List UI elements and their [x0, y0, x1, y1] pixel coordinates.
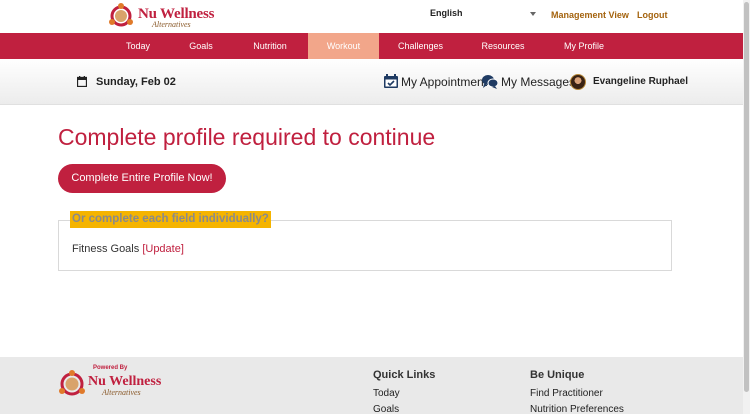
user-name[interactable]: Evangeline Ruphael: [593, 76, 688, 87]
field-row-fitness-goals: Fitness Goals [Update]: [72, 243, 184, 255]
calendar-check-icon[interactable]: [383, 74, 399, 89]
current-date[interactable]: Sunday, Feb 02: [96, 76, 176, 88]
nav-item-challenges[interactable]: Challenges: [379, 33, 462, 59]
footer-link-find-practitioner[interactable]: Find Practitioner: [530, 388, 603, 399]
nav-item-my-profile[interactable]: My Profile: [544, 33, 624, 59]
quick-links-heading: Quick Links: [373, 369, 436, 381]
sub-header: Sunday, Feb 02 My Appointment My Message…: [0, 59, 750, 105]
logo-tagline: Alternatives: [152, 20, 191, 29]
calendar-icon[interactable]: [77, 76, 87, 87]
chevron-down-icon: [530, 12, 536, 16]
nav-item-workout[interactable]: Workout: [308, 33, 379, 59]
logo[interactable]: Nu Wellness Alternatives: [108, 2, 218, 32]
language-value: English: [430, 8, 463, 18]
nav-item-today[interactable]: Today: [106, 33, 170, 59]
chat-bubbles-icon[interactable]: [482, 74, 498, 89]
field-label: Fitness Goals: [72, 243, 140, 255]
powered-by-label: Powered By: [93, 365, 128, 371]
scrollbar[interactable]: [743, 0, 750, 414]
management-view-link[interactable]: Management View: [551, 10, 629, 20]
footer-link-goals[interactable]: Goals: [373, 404, 399, 414]
be-unique-heading: Be Unique: [530, 369, 585, 381]
scrollbar-thumb[interactable]: [744, 2, 749, 392]
footer-link-nutrition-preferences[interactable]: Nutrition Preferences: [530, 404, 624, 414]
footer-logo-mark-icon: [59, 370, 85, 396]
footer-link-today[interactable]: Today: [373, 388, 400, 399]
logout-link[interactable]: Logout: [637, 10, 668, 20]
nav-item-nutrition[interactable]: Nutrition: [232, 33, 308, 59]
language-select[interactable]: English: [430, 8, 540, 24]
panel-legend: Or complete each field individually?: [70, 211, 271, 228]
update-link[interactable]: [Update]: [142, 243, 184, 255]
footer-logo[interactable]: Powered By Nu Wellness Alternatives: [58, 365, 178, 401]
my-appointment-link[interactable]: My Appointment: [401, 75, 487, 89]
logo-mark-icon: [109, 3, 133, 27]
page-title: Complete profile required to continue: [58, 124, 436, 150]
main-nav: Today Goals Nutrition Workout Challenges…: [0, 33, 750, 59]
nav-item-resources[interactable]: Resources: [462, 33, 544, 59]
my-messages-link[interactable]: My Messages: [501, 75, 575, 89]
avatar[interactable]: [570, 74, 586, 90]
complete-profile-button[interactable]: Complete Entire Profile Now!: [58, 164, 226, 193]
footer-logo-tagline: Alternatives: [102, 388, 141, 397]
top-bar: Nu Wellness Alternatives English Managem…: [0, 0, 750, 33]
nav-item-goals[interactable]: Goals: [170, 33, 232, 59]
